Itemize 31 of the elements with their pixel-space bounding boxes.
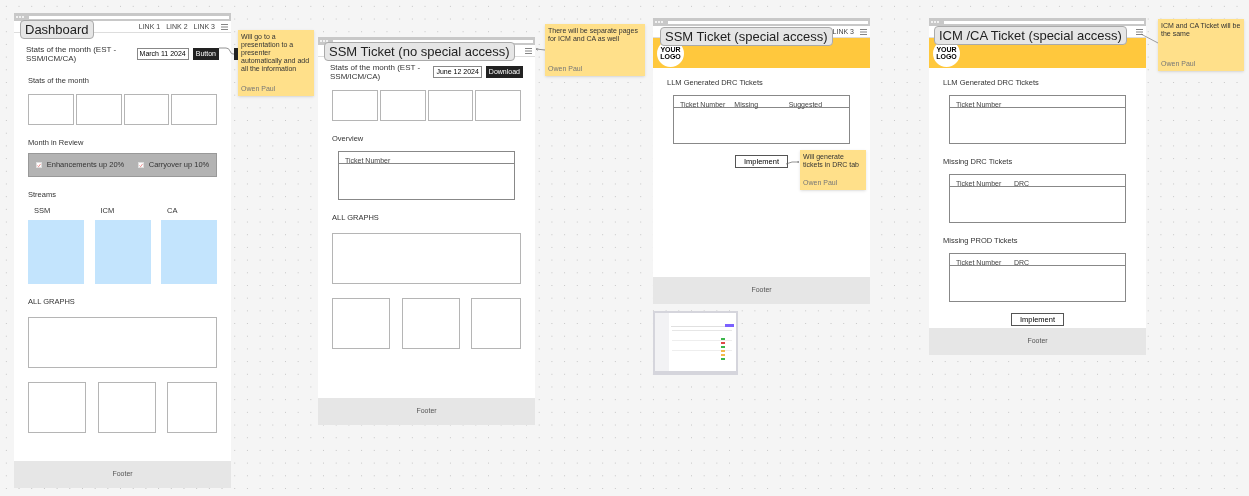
placeholder-box [379, 90, 426, 121]
placeholder-box [427, 90, 474, 121]
placeholder-box [401, 298, 460, 349]
stream-panel [161, 220, 217, 284]
page-title: Stats of the month (EST - SSM/ICM/CA) [26, 45, 118, 63]
placeholder-box [28, 94, 74, 125]
frame-label: SSM Ticket (special access) [660, 27, 833, 46]
checkbox[interactable] [35, 162, 42, 168]
menu-icon[interactable] [221, 23, 228, 30]
connector-line [1140, 33, 1159, 44]
placeholder-box [471, 298, 521, 349]
placeholder-box [167, 382, 217, 433]
frame-label: ICM /CA Ticket (special access) [934, 26, 1127, 45]
frame-label: SSM Ticket (no special access) [324, 42, 515, 61]
menu-icon[interactable] [860, 28, 867, 35]
placeholder-box [75, 94, 122, 125]
placeholder-box [28, 382, 86, 433]
stream-panel [94, 220, 151, 284]
placeholder-box [332, 298, 390, 349]
placeholder-box [123, 94, 170, 125]
page-title: Stats of the month (EST - SSM/ICM/CA) [330, 63, 422, 81]
menu-icon[interactable] [1136, 28, 1143, 35]
placeholder-box [97, 382, 156, 433]
menu-icon[interactable] [525, 47, 532, 54]
stream-panel [28, 220, 84, 284]
checkbox[interactable] [137, 162, 144, 168]
placeholder-box [475, 90, 521, 121]
placeholder-box [171, 94, 217, 125]
frame-label: Dashboard [20, 20, 94, 39]
connector-line [218, 47, 238, 60]
placeholder-box [332, 90, 378, 121]
